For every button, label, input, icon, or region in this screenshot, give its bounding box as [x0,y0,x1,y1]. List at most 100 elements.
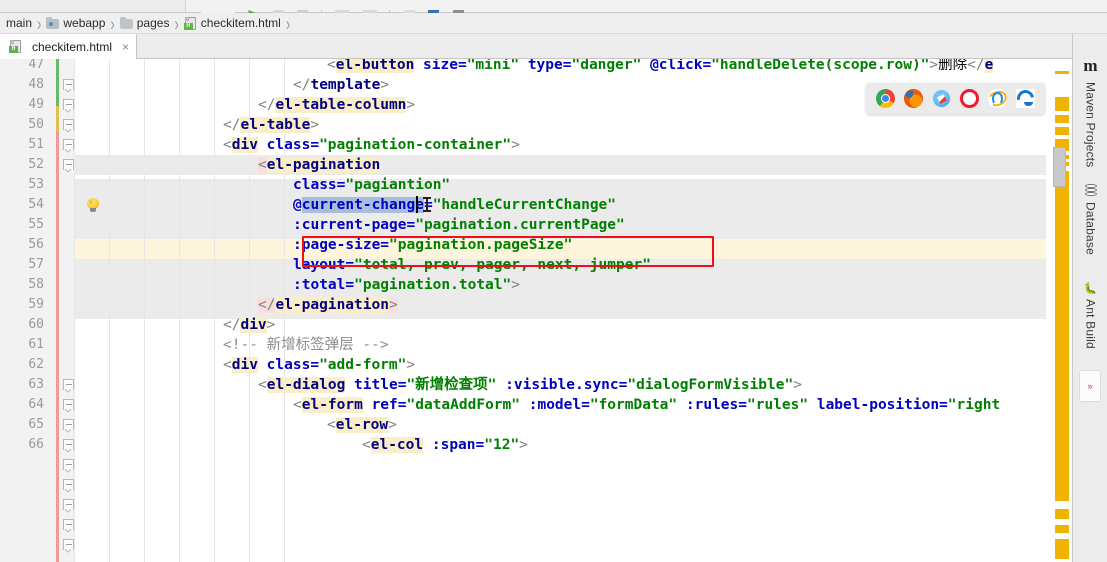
intellij-idea-window: main › webapp › pages › H checkitem.html… [0,0,1107,562]
editor-gutter[interactable]: 47 48 49 50 51 52 53 54 55 56 57 58 59 6… [0,59,74,562]
code-line[interactable]: </el-table> [74,115,1072,135]
fold-marker[interactable] [63,139,74,154]
line-number: 66 [28,437,44,452]
line-number: 53 [28,177,44,192]
fold-marker[interactable] [63,519,74,534]
line-number-column: 47 48 49 50 51 52 53 54 55 56 57 58 59 6… [0,59,56,562]
code-line[interactable]: <div class="pagination-container"> [74,135,1072,155]
opera-icon[interactable] [960,89,979,108]
chrome-icon[interactable] [876,89,895,108]
html-file-icon: H [9,40,22,53]
warning-marker[interactable] [1055,71,1069,74]
lightbulb-icon[interactable]: \/ [86,198,100,212]
warning-marker[interactable] [1055,539,1069,559]
breadcrumb-separator: › [285,11,291,35]
breadcrumb: main › webapp › pages › H checkitem.html… [0,11,1107,35]
expand-sidebar-button[interactable]: » [1079,370,1101,402]
warning-marker[interactable] [1055,171,1069,501]
vcs-marker-unchanged [56,59,59,106]
editor-tab-label: checkitem.html [32,39,113,54]
firefox-icon[interactable] [904,89,923,108]
code-line[interactable]: <div class="add-form"> [74,355,1072,375]
mouse-text-cursor [423,197,431,213]
line-number: 51 [28,137,44,152]
breadcrumb-item-webapp[interactable]: webapp [42,13,107,34]
editor-tab-bar: H checkitem.html × [0,34,1107,59]
breadcrumb-label: pages [136,16,170,30]
ant-icon: 🐛 [1083,283,1098,295]
breadcrumb-label: checkitem.html [200,16,281,30]
warning-marker[interactable] [1055,115,1069,123]
fold-marker[interactable] [63,79,74,94]
code-line[interactable]: <el-col :span="12"> [74,435,1072,455]
code-line[interactable]: layout="total, prev, pager, next, jumper… [74,255,1072,275]
fold-marker[interactable] [63,539,74,554]
line-number: 58 [28,277,44,292]
code-line[interactable]: class="pagiantion" [74,175,1072,195]
code-line[interactable]: :total="pagination.total"> [74,275,1072,295]
breadcrumb-separator: › [37,11,42,35]
code-line[interactable]: <el-button size="mini" type="danger" @cl… [74,59,1072,75]
line-number: 60 [28,317,44,332]
ie-icon[interactable] [986,88,1009,109]
vcs-change-markers[interactable] [56,59,59,562]
browser-launcher-popup[interactable] [866,83,1045,114]
code-content[interactable]: <el-button size="mini" type="danger" @cl… [74,59,1072,562]
line-number: 63 [28,377,44,392]
sidebar-item-label: Ant Build [1083,299,1098,349]
code-line[interactable]: <el-pagination [74,155,1072,175]
fold-marker[interactable] [63,379,74,394]
fold-marker[interactable] [63,459,74,474]
code-line[interactable]: :current-page="pagination.currentPage" [74,215,1072,235]
fold-marker[interactable] [63,159,74,174]
code-line[interactable]: <!-- 新增标签弹层 --> [74,335,1072,355]
warning-marker[interactable] [1055,127,1069,135]
warning-marker[interactable] [1055,97,1069,111]
fold-marker[interactable] [63,499,74,514]
fold-marker-column[interactable] [62,59,74,562]
fold-marker[interactable] [63,439,74,454]
code-line[interactable]: </div> [74,315,1072,335]
folder-icon [119,16,133,29]
fold-marker[interactable] [63,479,74,494]
code-line[interactable]: <el-row> [74,415,1072,435]
html-file-icon: H [183,16,197,30]
close-icon[interactable]: × [122,40,129,54]
sidebar-item-ant-build[interactable]: 🐛 Ant Build [1073,282,1107,349]
line-number: 65 [28,417,44,432]
code-line[interactable]: <el-form ref="dataAddForm" :model="formD… [74,395,1072,415]
line-number: 61 [28,337,44,352]
sidebar-item-database[interactable]: Database [1073,184,1107,255]
vcs-marker-modified [56,106,59,131]
breadcrumb-item-main[interactable]: main [2,13,34,34]
source-folder-icon [46,16,60,29]
safari-icon[interactable] [932,89,951,108]
breadcrumb-separator: › [174,11,179,35]
maven-icon: m [1083,56,1098,75]
fold-marker[interactable] [63,419,74,434]
edge-icon[interactable] [1013,86,1038,111]
code-line[interactable]: <el-dialog title="新增检查项" :visible.sync="… [74,375,1072,395]
code-line[interactable]: </el-pagination> [74,295,1072,315]
editor-tab-checkitem[interactable]: H checkitem.html × [0,34,138,59]
error-stripe-scrollbar[interactable] [1046,59,1072,562]
line-number: 64 [28,397,44,412]
tab-bar-empty-area [137,34,1107,58]
fold-marker[interactable] [63,399,74,414]
scrollbar-thumb[interactable] [1053,147,1066,187]
warning-marker[interactable] [1055,525,1069,533]
code-line[interactable]: :page-size="pagination.pageSize" [74,235,1072,255]
database-icon [1084,184,1097,197]
sidebar-item-maven-projects[interactable]: m Maven Projects [1073,56,1107,168]
toolbar-actions [192,1,464,19]
warning-marker[interactable] [1055,509,1069,519]
fold-marker[interactable] [63,119,74,134]
code-editor[interactable]: 47 48 49 50 51 52 53 54 55 56 57 58 59 6… [0,59,1072,562]
fold-marker[interactable] [63,99,74,114]
breadcrumb-item-checkitem[interactable]: H checkitem.html [180,13,283,34]
code-line-caret[interactable]: @current-change="handleCurrentChange" [74,195,1072,215]
line-number: 52 [28,157,44,172]
breadcrumb-item-pages[interactable]: pages [116,13,172,34]
text-caret [416,196,418,213]
right-tool-window-bar: m Maven Projects Database 🐛 Ant Build » [1072,34,1107,562]
